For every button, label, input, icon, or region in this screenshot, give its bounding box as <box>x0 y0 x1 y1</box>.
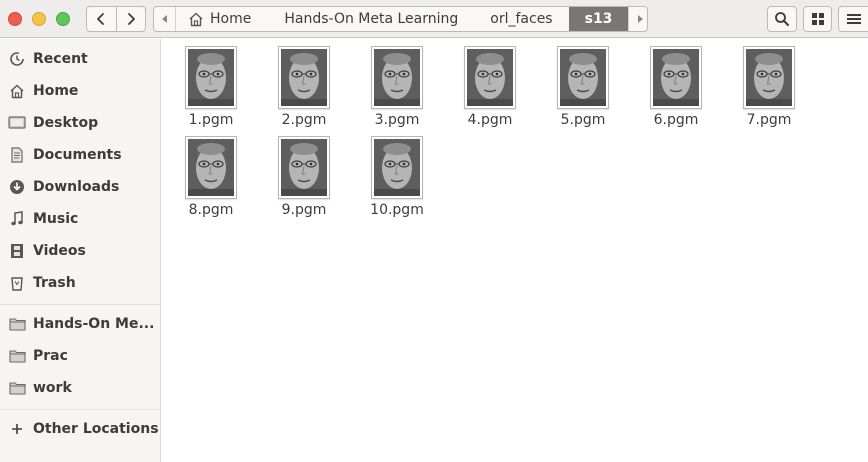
file-item[interactable]: 6.pgm <box>636 46 716 132</box>
chevron-right-icon <box>128 13 135 25</box>
sidebar-item-label: Downloads <box>33 179 120 195</box>
sidebar: Recent Home Desktop Documents Downloads … <box>0 39 161 462</box>
minimize-window-icon[interactable] <box>32 12 46 26</box>
file-item[interactable]: 10.pgm <box>357 136 437 222</box>
sidebar-divider <box>0 304 160 305</box>
chevron-left-icon <box>97 13 105 25</box>
folder-icon <box>8 347 26 365</box>
file-view: 1.pgm 2.pgm 3.pgm 4.pgm 5.pgm 6.pgm 7.pg… <box>162 39 868 462</box>
sidebar-item-home[interactable]: Home <box>0 77 160 105</box>
file-name: 3.pgm <box>374 112 420 128</box>
file-item[interactable]: 5.pgm <box>543 46 623 132</box>
triangle-left-icon <box>161 15 167 23</box>
sidebar-item-trash[interactable]: Trash <box>0 269 160 297</box>
search-icon <box>775 12 789 26</box>
file-thumbnail <box>464 46 516 109</box>
close-window-icon[interactable] <box>8 12 22 26</box>
sidebar-item-downloads[interactable]: Downloads <box>0 173 160 201</box>
header-bar: Home Hands-On Meta Learning orl_faces s1… <box>0 0 868 38</box>
sidebar-item-label: Recent <box>33 51 88 67</box>
sidebar-item-label: Home <box>33 83 79 99</box>
sidebar-item-label: Prac <box>33 348 68 364</box>
trash-icon <box>8 274 26 292</box>
music-icon <box>8 210 26 228</box>
file-thumbnail <box>185 46 237 109</box>
sidebar-item-music[interactable]: Music <box>0 205 160 233</box>
file-thumbnail <box>650 46 702 109</box>
file-name: 8.pgm <box>188 202 234 218</box>
file-item[interactable]: 3.pgm <box>357 46 437 132</box>
file-name: 10.pgm <box>370 202 424 218</box>
sidebar-item-label: Desktop <box>33 115 99 131</box>
forward-button[interactable] <box>115 7 145 31</box>
path-scroll-left-button[interactable] <box>154 7 176 31</box>
sidebar-item-label: Trash <box>33 275 76 291</box>
path-crumb-label: orl_faces <box>490 11 553 27</box>
download-icon <box>8 178 26 196</box>
back-button[interactable] <box>87 7 116 31</box>
path-crumb-label: Hands-On Meta Learning <box>284 11 459 27</box>
file-thumbnail <box>743 46 795 109</box>
path-crumb-current[interactable]: s13 <box>568 7 629 31</box>
file-name: 9.pgm <box>281 202 327 218</box>
file-name: 5.pgm <box>560 112 606 128</box>
sidebar-bookmark-work[interactable]: work <box>0 374 160 402</box>
sidebar-item-documents[interactable]: Documents <box>0 141 160 169</box>
file-thumbnail <box>371 136 423 199</box>
sidebar-item-label: Music <box>33 211 79 227</box>
file-item[interactable]: 7.pgm <box>729 46 809 132</box>
path-crumb-hands-on[interactable]: Hands-On Meta Learning <box>281 7 480 31</box>
plus-icon <box>8 420 26 438</box>
path-bar: Home Hands-On Meta Learning orl_faces s1… <box>153 6 648 32</box>
documents-icon <box>8 146 26 164</box>
clock-icon <box>8 50 26 68</box>
triangle-right-icon <box>637 15 643 23</box>
sidebar-item-recent[interactable]: Recent <box>0 45 160 73</box>
sidebar-item-label: Hands-On Me... <box>33 316 155 332</box>
file-thumbnail <box>371 46 423 109</box>
file-item[interactable]: 4.pgm <box>450 46 530 132</box>
file-name: 1.pgm <box>188 112 234 128</box>
video-icon <box>8 242 26 260</box>
file-thumbnail <box>278 136 330 199</box>
folder-icon <box>8 379 26 397</box>
folder-icon <box>8 315 26 333</box>
file-name: 7.pgm <box>746 112 792 128</box>
file-name: 4.pgm <box>467 112 513 128</box>
file-thumbnail <box>278 46 330 109</box>
sidebar-item-label: work <box>33 380 72 396</box>
sidebar-item-videos[interactable]: Videos <box>0 237 160 265</box>
menu-button[interactable] <box>838 6 868 32</box>
desktop-icon <box>8 114 26 132</box>
history-nav <box>86 6 146 32</box>
sidebar-item-other-locations[interactable]: Other Locations <box>0 415 160 443</box>
maximize-window-icon[interactable] <box>56 12 70 26</box>
sidebar-item-desktop[interactable]: Desktop <box>0 109 160 137</box>
path-crumb-label: s13 <box>584 11 613 27</box>
sidebar-bookmark-hands-on[interactable]: Hands-On Me... <box>0 310 160 338</box>
file-thumbnail <box>557 46 609 109</box>
grid-view-icon <box>811 13 824 25</box>
path-crumb-home[interactable]: Home <box>176 7 281 31</box>
sidebar-divider <box>0 409 160 410</box>
file-thumbnail <box>185 136 237 199</box>
sidebar-item-label: Documents <box>33 147 122 163</box>
file-name: 6.pgm <box>653 112 699 128</box>
path-crumb-orl-faces[interactable]: orl_faces <box>480 7 568 31</box>
path-scroll-right-button[interactable] <box>628 7 650 31</box>
home-icon <box>8 82 26 100</box>
view-mode-button[interactable] <box>803 6 832 32</box>
search-button[interactable] <box>767 6 797 32</box>
sidebar-item-label: Other Locations <box>33 421 159 437</box>
file-name: 2.pgm <box>281 112 327 128</box>
sidebar-item-label: Videos <box>33 243 86 259</box>
menu-icon <box>846 14 861 24</box>
file-item[interactable]: 9.pgm <box>264 136 344 222</box>
file-item[interactable]: 2.pgm <box>264 46 344 132</box>
home-icon <box>189 12 203 26</box>
sidebar-bookmark-prac[interactable]: Prac <box>0 342 160 370</box>
path-crumb-label: Home <box>210 11 252 27</box>
file-item[interactable]: 8.pgm <box>171 136 251 222</box>
file-item[interactable]: 1.pgm <box>171 46 251 132</box>
